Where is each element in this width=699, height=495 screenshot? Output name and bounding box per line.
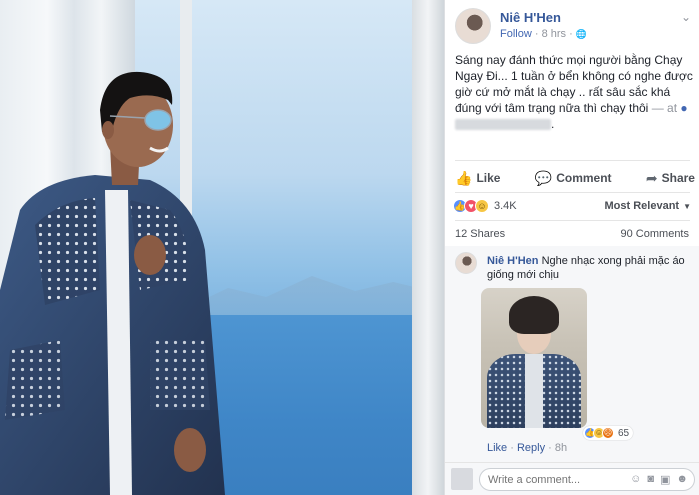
comment-like-link[interactable]: Like <box>487 442 507 454</box>
globe-icon: 🌐 <box>575 29 588 39</box>
smiley-icon[interactable]: ☺ <box>630 473 641 486</box>
photo-hair <box>509 296 559 334</box>
link-dot-2: · <box>548 442 555 454</box>
reaction-summary[interactable]: 👍 ♥ ☺ 3.4K <box>453 198 517 214</box>
meta-dot-2: · <box>569 28 576 40</box>
comment-label: Comment <box>556 171 612 185</box>
author-avatar[interactable] <box>455 8 491 44</box>
at-label: — at <box>651 101 678 115</box>
divider-bottom <box>455 220 690 221</box>
comment-reactions[interactable]: 👍 ☺ ☹ 65 <box>583 426 634 440</box>
thumbs-up-icon: 👍 <box>455 169 473 186</box>
photo-person <box>0 71 225 495</box>
share-arrow-icon: ➦ <box>645 169 658 186</box>
chevron-down-icon[interactable]: ⌄ <box>681 10 691 24</box>
follow-link[interactable]: Follow <box>500 28 532 40</box>
comment-avatar[interactable] <box>455 252 477 274</box>
comment-reaction-count: 65 <box>618 427 630 439</box>
like-button[interactable]: 👍 Like <box>455 168 500 188</box>
composer-icons: ☺ ◙ ▣ ☻ <box>630 473 688 486</box>
share-label: Share <box>661 171 695 185</box>
post-actions: 👍 Like 💬 Comment ➦ Share <box>455 168 695 188</box>
gif-icon[interactable]: ▣ <box>660 473 670 486</box>
sort-label: Most Relevant <box>604 200 680 212</box>
comments-count[interactable]: 90 Comments <box>621 228 689 240</box>
photo-window-frame <box>412 0 444 495</box>
shares-count[interactable]: 12 Shares <box>455 228 505 240</box>
comment-body: Niê H'Hen Nghe nhạc xong phải mặc áo giố… <box>487 254 687 282</box>
comment-author[interactable]: Niê H'Hen <box>487 255 539 267</box>
post-text: Sáng nay đánh thức mọi người bằng Chạy N… <box>455 52 695 132</box>
reaction-count: 3.4K <box>494 200 517 212</box>
speech-bubble-icon: 💬 <box>534 169 553 186</box>
comment-section: Niê H'Hen Nghe nhạc xong phải mặc áo giố… <box>445 246 699 495</box>
comment-composer: ☺ ◙ ▣ ☻ <box>445 462 699 495</box>
period: . <box>551 117 555 131</box>
divider-mid <box>455 192 690 193</box>
meta-dot: · <box>534 28 542 40</box>
link-dot: · <box>510 442 517 454</box>
blurred-location <box>455 119 551 131</box>
post-panel: Niê H'Hen Follow · 8 hrs · 🌐 ⌄ Sáng nay … <box>444 0 699 495</box>
sort-dropdown[interactable]: Most Relevant ▼ <box>605 200 692 212</box>
post-time[interactable]: 8 hrs <box>542 28 566 40</box>
comment-reply-link[interactable]: Reply <box>517 442 545 454</box>
sticker-icon[interactable]: ☻ <box>676 473 688 486</box>
comment-links: Like · Reply · 8h <box>487 442 567 454</box>
photo-shirt <box>525 354 543 428</box>
location-pin-icon: ● <box>680 101 688 115</box>
viewer-avatar <box>451 468 473 490</box>
post-meta: Follow · 8 hrs · 🌐 <box>500 28 587 40</box>
post-photo[interactable] <box>0 0 444 495</box>
share-button[interactable]: ➦ Share <box>646 168 695 188</box>
camera-icon[interactable]: ◙ <box>647 473 654 486</box>
comment-button[interactable]: 💬 Comment <box>535 168 612 188</box>
like-label: Like <box>476 171 501 185</box>
comment-time[interactable]: 8h <box>555 442 567 454</box>
divider-top <box>455 160 690 161</box>
author-name[interactable]: Niê H'Hen <box>500 10 561 25</box>
post-header: Niê H'Hen Follow · 8 hrs · 🌐 ⌄ <box>455 8 695 44</box>
haha-reaction-icon: ☺ <box>475 199 489 213</box>
angry-reaction-icon: ☹ <box>602 427 614 439</box>
comment-photo[interactable] <box>481 288 587 428</box>
caret-down-icon: ▼ <box>683 202 691 211</box>
